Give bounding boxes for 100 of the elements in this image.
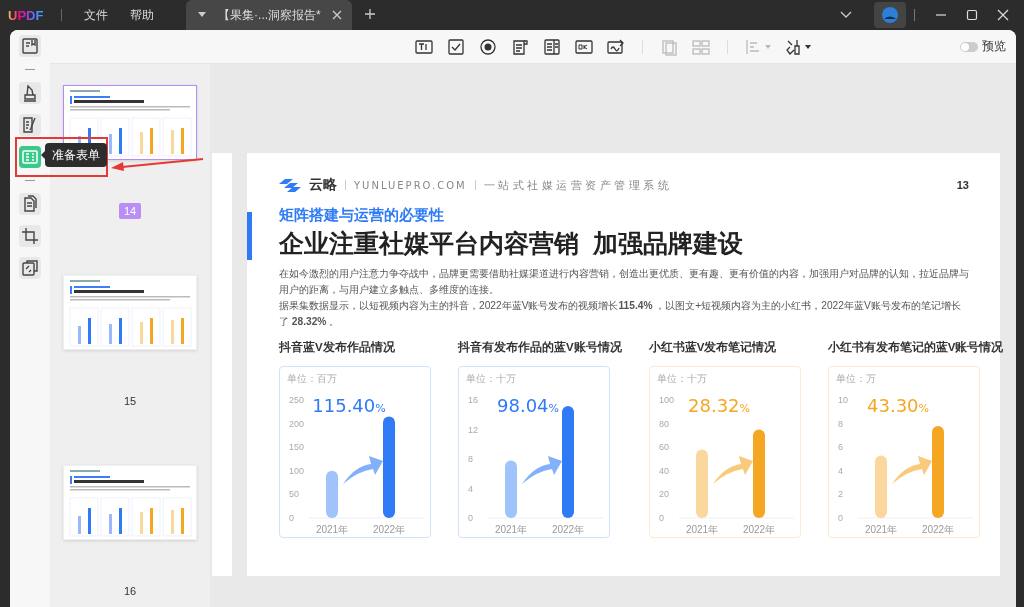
axis-tick-label: 50 [289, 489, 299, 500]
arrow-icon [522, 456, 562, 484]
page-number-label: 16 [122, 584, 138, 599]
edit-tool-button[interactable] [19, 114, 41, 136]
axis-tick-label: 12 [468, 424, 478, 435]
pages-tool-button[interactable] [19, 193, 41, 215]
convert-tool-button[interactable] [19, 257, 41, 279]
axis-tick-label: 4 [468, 483, 473, 494]
unit-label: 单位：十万 [656, 373, 707, 384]
slogan: 一站式社媒运营资产管理系统 [483, 177, 673, 193]
bar [695, 449, 708, 518]
new-tab-icon [364, 7, 377, 20]
logo-icon [279, 178, 301, 192]
axis-label: 2021年 [864, 524, 897, 535]
axis-tick-label: 6 [837, 442, 843, 453]
caret-icon [765, 44, 771, 49]
maximize-icon [965, 9, 978, 21]
page-thumbnail[interactable] [63, 275, 197, 350]
chart-title: 抖音蓝V发布作品情况 [279, 340, 396, 355]
bar [505, 460, 517, 518]
book-tool-button[interactable] [19, 35, 41, 57]
avatar[interactable] [874, 2, 906, 28]
unit-label: 单位：十万 [466, 373, 516, 384]
axis-tick-label: 0 [837, 513, 843, 523]
axis-tick-label: 200 [289, 418, 305, 429]
axis-tick-label: 80 [658, 418, 669, 429]
chevron-down-icon [840, 11, 852, 19]
grid-icon [692, 37, 710, 56]
page-number: 13 [956, 179, 969, 191]
axis-label: 2021年 [315, 524, 349, 535]
page-thumbnail[interactable] [63, 465, 197, 540]
axis-tick-label: 150 [289, 442, 305, 453]
duplicate-icon [660, 37, 678, 56]
growth-value: 115.40% [312, 395, 386, 416]
page-title: 企业注重社媒平台内容营销 加强品牌建设 [279, 228, 744, 259]
axis-tick-label: 100 [289, 465, 305, 476]
brand-name: 云略 [309, 176, 337, 194]
crop-tool-button[interactable] [19, 225, 41, 247]
menu-item[interactable]: 帮助 [130, 6, 155, 24]
checkbox-icon [447, 37, 465, 56]
chart-title: 小红书蓝V发布笔记情况 [648, 340, 778, 355]
highlighter-tool-button[interactable] [19, 82, 41, 104]
document-tab[interactable]: 【果集·...洞察报告* [186, 0, 353, 30]
growth-value: 98.04% [497, 395, 559, 416]
axis-label: 2022年 [551, 524, 585, 535]
section-subtitle: 矩阵搭建与运营的必要性 [279, 206, 445, 225]
growth-value: 28.32% [687, 395, 750, 416]
axis-tick-label: 250 [289, 395, 305, 405]
axis-tick-label: 4 [837, 465, 843, 476]
chart-title: 抖音有发布作品的蓝V账号情况 [458, 340, 622, 355]
arrow-icon [891, 456, 932, 484]
form-icon [20, 147, 40, 167]
text-field-icon [415, 37, 433, 56]
list-box-icon [511, 37, 529, 56]
axis-label: 2022年 [742, 524, 775, 535]
caret-icon [805, 44, 811, 49]
axis-tick-label: 20 [658, 489, 669, 500]
crop-icon [20, 226, 40, 246]
close-icon [996, 9, 1009, 21]
dropdown-icon [543, 37, 561, 56]
unit-label: 单位：百万 [287, 373, 337, 384]
axis-tick-label: 60 [658, 442, 669, 453]
close-icon [332, 10, 343, 20]
axis-tick-label: 0 [289, 513, 294, 523]
caret-icon [198, 12, 207, 18]
axis-tick-label: 100 [658, 395, 674, 405]
page-thumbnail[interactable] [63, 85, 197, 160]
bar [874, 455, 887, 518]
page-number-label: 15 [122, 394, 138, 409]
axis-tick-label: 0 [468, 513, 473, 523]
axis-tick-label: 2 [837, 489, 843, 500]
body-paragraph: 据果集数据显示，以短视频内容为主的抖音，2022年蓝V账号发布的视频增长115.4% ，以图文+短视频内容为主的小红书，2022年蓝V账号发布的笔记增长了 28.32% 。 [279, 299, 962, 329]
site-url: YUNLUEPRO.COM [354, 179, 467, 191]
axis-label: 2022年 [921, 524, 954, 535]
axis-label: 2022年 [372, 524, 406, 535]
page-number-label: 14 [118, 203, 142, 219]
signature-icon [607, 37, 625, 56]
radio-icon [479, 37, 497, 56]
wrench-icon [785, 37, 803, 56]
convert-icon [20, 258, 40, 278]
book-icon [20, 36, 40, 56]
arrow-icon [343, 456, 383, 484]
axis-tick-label: 16 [468, 395, 478, 405]
axis-tick-label: 8 [837, 418, 843, 429]
button-icon [575, 37, 593, 56]
avatar-icon [881, 6, 899, 24]
axis-tick-label: 10 [837, 395, 848, 405]
unit-label: 单位：万 [835, 373, 876, 384]
preview-toggle[interactable] [960, 41, 978, 52]
body-paragraph: 在如今激烈的用户注意力争夺战中，品牌更需要借助社媒渠道进行内容营销，创造出更优质、更有趣、更有价值的内容，加强用户对品牌的认知，拉近品牌与用户的距离，与用户建立多触点、多维度的连接。 [279, 267, 969, 297]
chart-title: 小红书有发布笔记的蓝V账号情况 [827, 340, 1004, 355]
arrow-icon [712, 456, 753, 484]
axis-tick-label: 8 [468, 454, 473, 464]
axis-tick-label: 40 [658, 465, 669, 476]
preview-label: 预览 [982, 38, 1006, 55]
axis-label: 2021年 [494, 524, 528, 535]
growth-value: 43.30% [866, 395, 929, 416]
bar [326, 470, 338, 518]
menu-item[interactable]: 文件 [84, 6, 109, 24]
axis-label: 2021年 [685, 524, 718, 535]
